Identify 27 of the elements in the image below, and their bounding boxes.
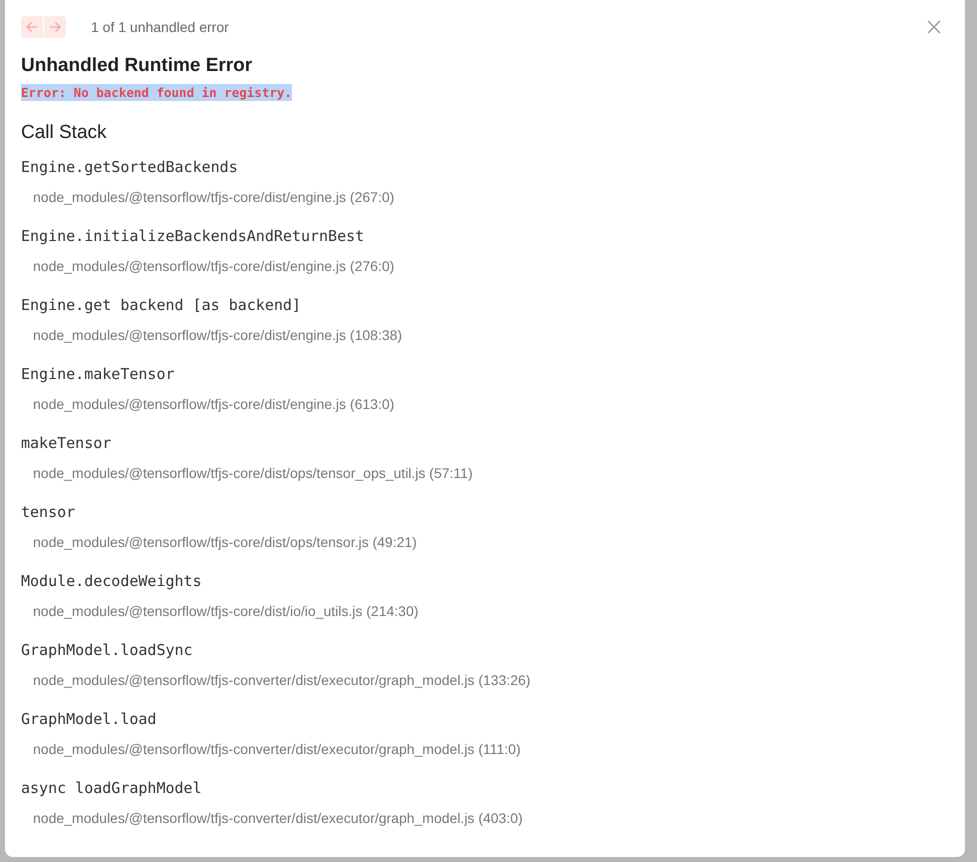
error-title: Unhandled Runtime Error [21,54,254,78]
stack-frame-function: Module.decodeWeights [21,571,203,591]
error-count: 1 of 1 unhandled error [91,18,229,36]
stack-frame-function: Engine.initializeBackendsAndReturnBest [21,226,366,246]
stack-frame-location: node_modules/@tensorflow/tfjs-converter/dist/executor/graph_model.js (111:0) [33,740,522,759]
error-message: Error: No backend found in registry. [21,84,292,101]
call-stack-heading: Call Stack [21,121,108,145]
stack-frame-location: node_modules/@tensorflow/tfjs-core/dist/engine.js (267:0) [33,188,396,207]
stack-frame-location: node_modules/@tensorflow/tfjs-core/dist/engine.js (276:0) [33,257,396,276]
stack-frame-function: Engine.makeTensor [21,364,176,384]
stack-frame-function: Engine.get backend [as backend] [21,295,302,315]
stack-frame-location: node_modules/@tensorflow/tfjs-core/dist/io/io_utils.js (214:30) [33,602,420,621]
stack-frame-function: GraphModel.loadSync [21,640,194,660]
right-arrow-icon [49,21,61,33]
stack-frame-location: node_modules/@tensorflow/tfjs-core/dist/engine.js (108:38) [33,326,404,345]
stack-frame-function: makeTensor [21,433,112,453]
stack-frame-function: Engine.getSortedBackends [21,157,239,177]
stack-frame-location: node_modules/@tensorflow/tfjs-core/dist/engine.js (613:0) [33,395,396,414]
stack-frame-location: node_modules/@tensorflow/tfjs-converter/dist/executor/graph_model.js (403:0) [33,809,524,828]
left-arrow-icon [26,21,38,33]
stack-frame-function: GraphModel.load [21,709,158,729]
stack-frame-location: node_modules/@tensorflow/tfjs-core/dist/ops/tensor.js (49:21) [33,533,418,552]
stack-frame-function: tensor [21,502,76,522]
stack-frame-location: node_modules/@tensorflow/tfjs-core/dist/ops/tensor_ops_util.js (57:11) [33,464,474,483]
stack-frame-location: node_modules/@tensorflow/tfjs-converter/dist/executor/graph_model.js (133:26) [33,671,532,690]
close-icon [927,20,941,34]
stack-frame-function: async loadGraphModel [21,778,203,798]
